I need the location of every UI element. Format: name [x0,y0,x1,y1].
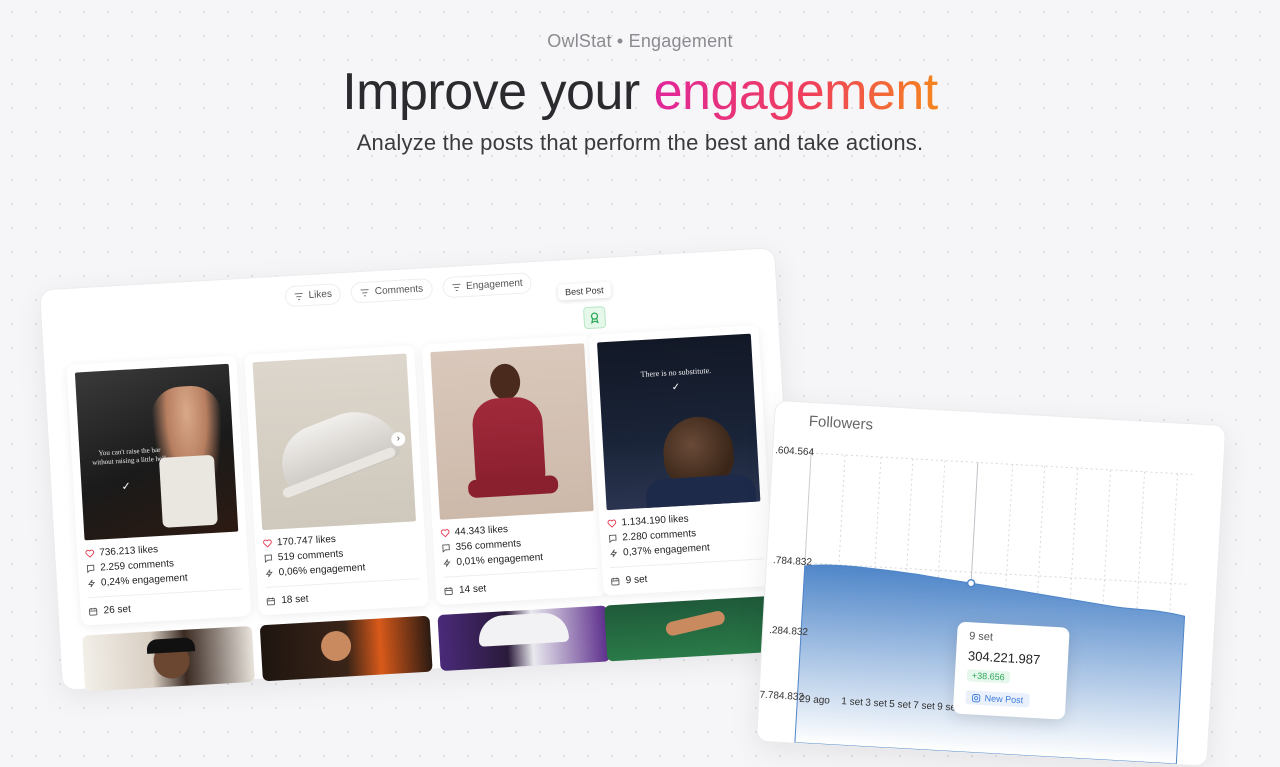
heart-icon [85,549,95,558]
filter-icon [451,283,460,291]
calendar-icon [266,597,276,606]
legs-shape [467,475,559,499]
bolt-icon [88,579,96,588]
calendar-icon [444,587,453,596]
post-date: 18 set [281,593,309,607]
best-post-card[interactable]: There is no substitute. ✓ 1.134.190 like… [588,325,778,662]
calendar-icon [89,607,98,616]
y-axis-label: .784.832 [772,555,813,569]
post-thumbnail[interactable] [82,625,255,692]
x-axis-label: 1 set [840,696,864,709]
comment-icon [264,554,273,564]
x-axis-label: 29 ago [799,693,831,707]
jersey-shape [158,454,218,528]
x-axis-label: 5 set [888,698,912,712]
y-axis-label: .604.564 [774,445,815,459]
swoosh-icon: ✓ [671,381,681,394]
athlete-figure [664,609,727,638]
jersey-shape [645,473,757,510]
bolt-icon [610,549,618,558]
bolt-icon [265,569,273,578]
post-image: › [252,353,417,531]
sort-filter-bar: Likes Comments Engagement [41,258,776,321]
heart-icon [607,519,617,528]
page-headline: Improve your engagement [0,62,1280,122]
headline-start: Improve your [342,63,654,121]
best-post-tooltip: Best Post [557,281,611,301]
post-image: You can't raise the bar without raising … [74,363,239,541]
heart-icon [440,529,450,538]
calendar-icon [611,577,620,586]
post-date: 14 set [458,583,487,596]
filter-icon [360,288,369,296]
filter-engagement-button[interactable]: Engagement [441,272,533,299]
bolt-icon [443,559,451,567]
new-post-label: New Post [984,693,1024,706]
filter-label: Engagement [465,277,524,292]
cap-shape [146,637,196,654]
post-thumbnail[interactable] [259,615,433,682]
heart-icon [263,539,272,548]
page-subtitle: Analyze the posts that perform the best … [356,130,924,155]
comment-icon [442,544,450,553]
post-card[interactable]: You can't raise the bar without raising … [66,355,255,692]
post-thumbnail[interactable] [437,605,611,672]
post-date: 9 set [625,574,648,587]
page-kicker: OwlStat • Engagement [547,31,733,51]
post-thumbnail[interactable] [604,595,778,662]
filter-likes-button[interactable]: Likes [284,283,342,308]
post-overlay-text: There is no substitute. [640,365,712,380]
post-image [430,343,594,520]
new-post-link[interactable]: New Post [965,690,1030,708]
comment-icon [609,534,617,544]
post-card[interactable]: 44.343 likes 356 comments 0,01% engageme… [421,334,611,672]
tooltip-delta-badge: +38.656 [966,669,1011,684]
followers-chart-card: Followers .604.564 .784.832 .284.832 7.7… [755,400,1227,767]
award-icon[interactable] [582,305,607,330]
x-axis-label: 7 set [912,700,936,713]
headline-accent: engagement [653,63,939,121]
filter-comments-button[interactable]: Comments [350,277,433,304]
post-image: There is no substitute. ✓ [597,333,761,511]
swoosh-icon: ✓ [121,480,132,494]
top-posts-card: Likes Comments Engagement Best Post You … [39,247,798,692]
tooltip-value: 304.221.987 [967,648,1041,668]
carousel-next-icon[interactable]: › [390,431,406,447]
instagram-icon [972,693,981,702]
sneaker-shape [270,397,405,498]
filter-label: Likes [308,288,333,302]
filter-label: Comments [374,283,424,298]
athlete-head [489,363,522,401]
athlete-head [320,630,352,662]
helmet-shape [477,611,570,647]
y-axis-label: .284.832 [768,625,809,639]
post-date: 26 set [103,603,132,617]
comment-icon [86,564,95,574]
filter-icon [294,292,303,300]
post-card[interactable]: › 170.747 likes 519 comments 0,06% engag… [244,345,433,682]
hover-point[interactable] [966,578,976,588]
x-axis-label: 3 set [864,697,888,710]
tooltip-date: 9 set [968,630,994,644]
chart-tooltip: 9 set 304.221.987 +38.656 New Post [952,621,1070,720]
